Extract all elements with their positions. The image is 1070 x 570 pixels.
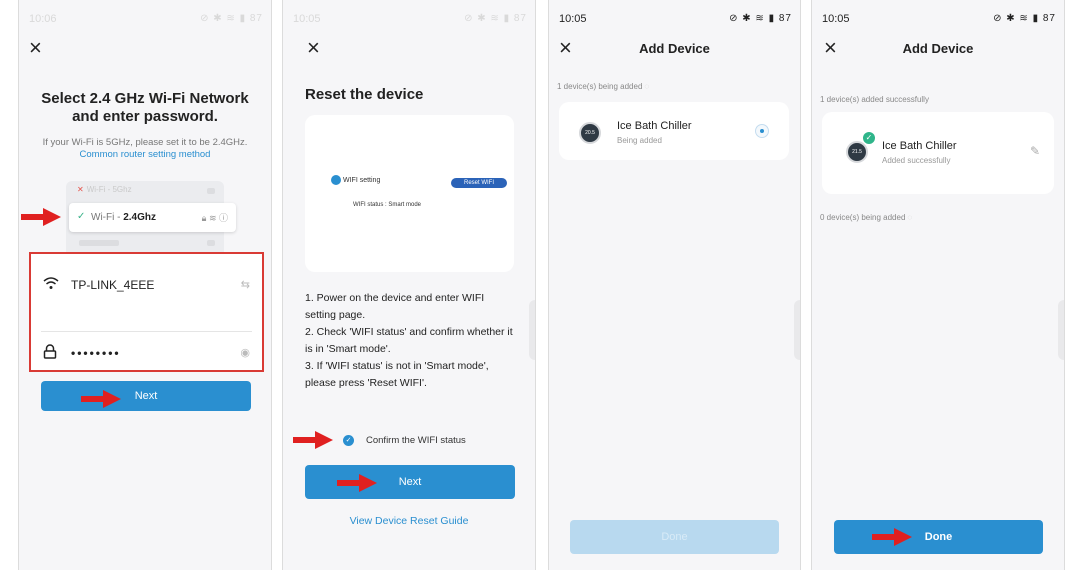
device-state: Being added — [617, 136, 662, 145]
device-thumbnail-icon: 21.5 — [846, 141, 868, 163]
status-time: 10:05 — [293, 13, 321, 25]
device-added-screen: 10:05 ⊘ ✱ ≋ ▮ 87 × Add Device 1 device(s… — [811, 0, 1065, 570]
router-setting-link[interactable]: Common router setting method — [80, 149, 211, 160]
device-state: Added successfully — [882, 156, 951, 165]
lock-wifi-info-icons: 🔒︎ ≋ ⓘ — [201, 213, 228, 223]
done-label: Done — [924, 531, 953, 543]
wifi-setting-icon — [331, 175, 341, 185]
edit-icon[interactable]: ✎ — [1030, 144, 1040, 158]
status-bar: 10:05 ⊘ ✱ ≋ ▮ 87 — [549, 8, 800, 28]
red-arrow-icon — [21, 208, 61, 226]
wifi-24g-label: Wi-Fi - 2.4Ghz — [91, 212, 156, 223]
adding-device-screen: 10:05 ⊘ ✱ ≋ ▮ 87 × Add Device 1 device(s… — [548, 0, 801, 570]
pending-text: 0 device(s) being added ◌ — [820, 213, 912, 222]
status-icons: ⊘ ✱ ≋ ▮ 87 — [200, 13, 263, 24]
page-subtitle: If your Wi-Fi is 5GHz, please set it to … — [33, 137, 257, 161]
status-bar: 10:05 ⊘ ✱ ≋ ▮ 87 — [283, 8, 535, 28]
status-time: 10:06 — [29, 13, 57, 25]
swap-icon[interactable]: ⇆ — [241, 278, 250, 291]
page-title: Reset the device — [305, 86, 424, 103]
status-bar: 10:06 ⊘ ✱ ≋ ▮ 87 — [19, 8, 271, 28]
cross-icon: ✕ — [77, 185, 84, 194]
ssid-field[interactable]: TP-LINK_4EEE ⇆ — [41, 266, 252, 304]
password-value: •••••••• — [71, 346, 121, 360]
done-label: Done — [661, 531, 688, 543]
view-reset-guide-link[interactable]: View Device Reset Guide — [283, 515, 535, 527]
reset-device-screen: 10:05 ⊘ ✱ ≋ ▮ 87 × Reset the device WIFI… — [282, 0, 536, 570]
progress-label: 1 device(s) being added — [557, 82, 643, 91]
success-text: 1 device(s) added successfully — [820, 95, 929, 104]
check-icon: ✓ — [77, 211, 86, 222]
wifi-5g-label: Wi-Fi - 5Ghz — [86, 185, 132, 194]
checkbox-checked-icon[interactable]: ✓ — [343, 435, 354, 446]
wifi-select-screen: 10:06 ⊘ ✱ ≋ ▮ 87 × Select 2.4 GHz Wi-Fi … — [18, 0, 272, 570]
step-item: 2. Check 'WIFI status' and confirm wheth… — [305, 326, 513, 355]
reset-steps: 1. Power on the device and enter WIFI se… — [305, 290, 517, 392]
status-time: 10:05 — [559, 13, 587, 25]
lock-icon — [43, 344, 57, 363]
device-card: 20.5 Ice Bath Chiller Being added — [559, 102, 789, 160]
subtitle-text: If your Wi-Fi is 5GHz, please set it to … — [42, 137, 248, 148]
wifi-5g-row: ✕ Wi-Fi - 5Ghz — [77, 185, 132, 194]
red-arrow-icon — [872, 528, 912, 546]
status-icons: ⊘ ✱ ≋ ▮ 87 — [464, 13, 527, 24]
status-time: 10:05 — [822, 13, 850, 25]
wifi-24g-card: ✓ Wi-Fi - 2.4Ghz 🔒︎ ≋ ⓘ — [69, 203, 236, 232]
spinner-icon: ◌ — [644, 82, 650, 91]
next-label: Next — [134, 390, 158, 402]
status-bar: 10:05 ⊘ ✱ ≋ ▮ 87 — [812, 8, 1064, 28]
reset-wifi-badge: Reset WIFI — [451, 178, 507, 188]
device-name: Ice Bath Chiller — [882, 140, 957, 152]
credentials-box: TP-LINK_4EEE ⇆ •••••••• ◉ — [29, 252, 264, 372]
next-button[interactable]: Next — [41, 381, 251, 411]
confirm-label: Confirm the WIFI status — [366, 435, 466, 447]
status-icons: ⊘ ✱ ≋ ▮ 87 — [729, 13, 792, 24]
confirm-checkbox-row[interactable]: ✓ Confirm the WIFI status — [343, 435, 466, 446]
password-field[interactable]: •••••••• ◉ — [41, 334, 252, 372]
close-icon[interactable]: × — [29, 37, 42, 59]
success-check-icon: ✓ — [863, 132, 875, 144]
progress-text: 1 device(s) being added ◌ — [557, 82, 649, 91]
device-card: 21.5 ✓ Ice Bath Chiller Added successful… — [822, 112, 1054, 194]
ssid-value: TP-LINK_4EEE — [71, 278, 155, 292]
step-item: 1. Power on the device and enter WIFI se… — [305, 292, 485, 321]
red-arrow-icon — [337, 474, 377, 492]
side-handle — [794, 300, 800, 360]
status-icons: ⊘ ✱ ≋ ▮ 87 — [993, 13, 1056, 24]
page-title: Add Device — [639, 41, 710, 56]
device-name: Ice Bath Chiller — [617, 120, 692, 132]
done-button[interactable]: Done — [570, 520, 779, 554]
eye-icon[interactable]: ◉ — [240, 346, 250, 359]
step-item: 3. If 'WIFI status' is not in 'Smart mod… — [305, 360, 489, 389]
red-arrow-icon — [293, 431, 333, 449]
spinner-icon: ◌ — [907, 213, 913, 222]
wifi-status-text: WIFI status : Smart mode — [353, 202, 422, 208]
placeholder-dot — [207, 188, 215, 194]
wifi-setting-text: WIFI setting — [343, 176, 381, 184]
wifi-24g-band: 2.4Ghz — [123, 212, 157, 223]
loading-indicator — [755, 124, 769, 138]
wifi-icon — [43, 276, 59, 294]
page-title: Select 2.4 GHz Wi-Fi Network and enter p… — [41, 90, 249, 125]
placeholder-bar — [79, 240, 119, 246]
page-title: Add Device — [902, 41, 974, 56]
pending-label: 0 device(s) being added — [820, 213, 906, 222]
device-thumbnail-icon: 20.5 — [579, 122, 601, 144]
device-screen-illustration: WIFI setting Reset WIFI WIFI status : Sm… — [305, 115, 514, 272]
side-handle — [1058, 300, 1064, 360]
done-button[interactable]: Done — [834, 520, 1043, 554]
wifi-setting-label: WIFI setting — [331, 175, 380, 185]
close-icon[interactable]: × — [307, 37, 320, 59]
placeholder-dot — [207, 240, 215, 246]
wifi-24g-prefix: Wi-Fi - — [91, 212, 124, 223]
side-handle — [529, 300, 535, 360]
red-arrow-icon — [81, 390, 121, 408]
next-label: Next — [398, 476, 422, 488]
divider — [41, 331, 252, 332]
